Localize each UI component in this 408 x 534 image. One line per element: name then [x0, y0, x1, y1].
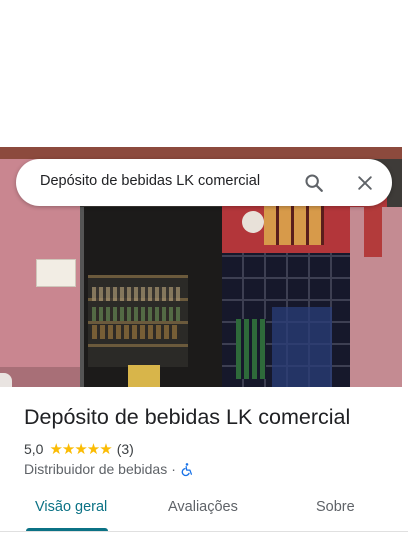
- place-tabs: Visão geral Avaliações Sobre: [0, 487, 408, 534]
- photo-bottles: [92, 325, 180, 339]
- photo-bottles: [92, 307, 180, 321]
- wheelchair-accessible-icon: [180, 462, 194, 477]
- wheelchair-icon-svg: [181, 462, 192, 476]
- rating-row[interactable]: 5,0 ★★★★★ (3): [24, 440, 134, 458]
- rating-value: 5,0: [24, 441, 44, 457]
- photo-banner-logo: [242, 211, 264, 233]
- search-bar[interactable]: Depósito de bebidas LK comercial: [16, 159, 392, 206]
- tab-reviews[interactable]: Avaliações: [168, 499, 238, 515]
- place-title: Depósito de bebidas LK comercial: [24, 405, 351, 429]
- search-icon-svg: [305, 174, 323, 192]
- photo-bottles: [236, 319, 266, 379]
- photo-crates: [272, 307, 332, 387]
- tabs-divider: [0, 531, 408, 532]
- search-input[interactable]: Depósito de bebidas LK comercial: [40, 173, 260, 189]
- separator-dot: ·: [171, 461, 176, 477]
- map-blank-area: [0, 0, 408, 147]
- tab-about[interactable]: Sobre: [316, 499, 355, 515]
- photo-wall-right: [350, 197, 402, 387]
- reviews-count[interactable]: (3): [117, 441, 134, 457]
- tab-overview[interactable]: Visão geral: [35, 499, 107, 515]
- photo-floor: [0, 367, 80, 387]
- place-info-panel: Depósito de bebidas LK comercial 5,0 ★★★…: [0, 387, 408, 534]
- search-icon[interactable]: [299, 168, 329, 198]
- photo-bottles: [92, 287, 180, 301]
- place-category[interactable]: Distribuidor de bebidas: [24, 461, 167, 477]
- photo-crate: [128, 365, 160, 387]
- close-icon-svg: [358, 176, 372, 190]
- category-row: Distribuidor de bebidas ·: [24, 460, 194, 478]
- photo-notice: [36, 259, 76, 287]
- photo-sign: [364, 197, 382, 257]
- close-icon[interactable]: [350, 168, 380, 198]
- photo-roof: [0, 147, 402, 159]
- star-rating-icon: ★★★★★: [49, 441, 112, 458]
- photo-banner-cans: [264, 205, 324, 245]
